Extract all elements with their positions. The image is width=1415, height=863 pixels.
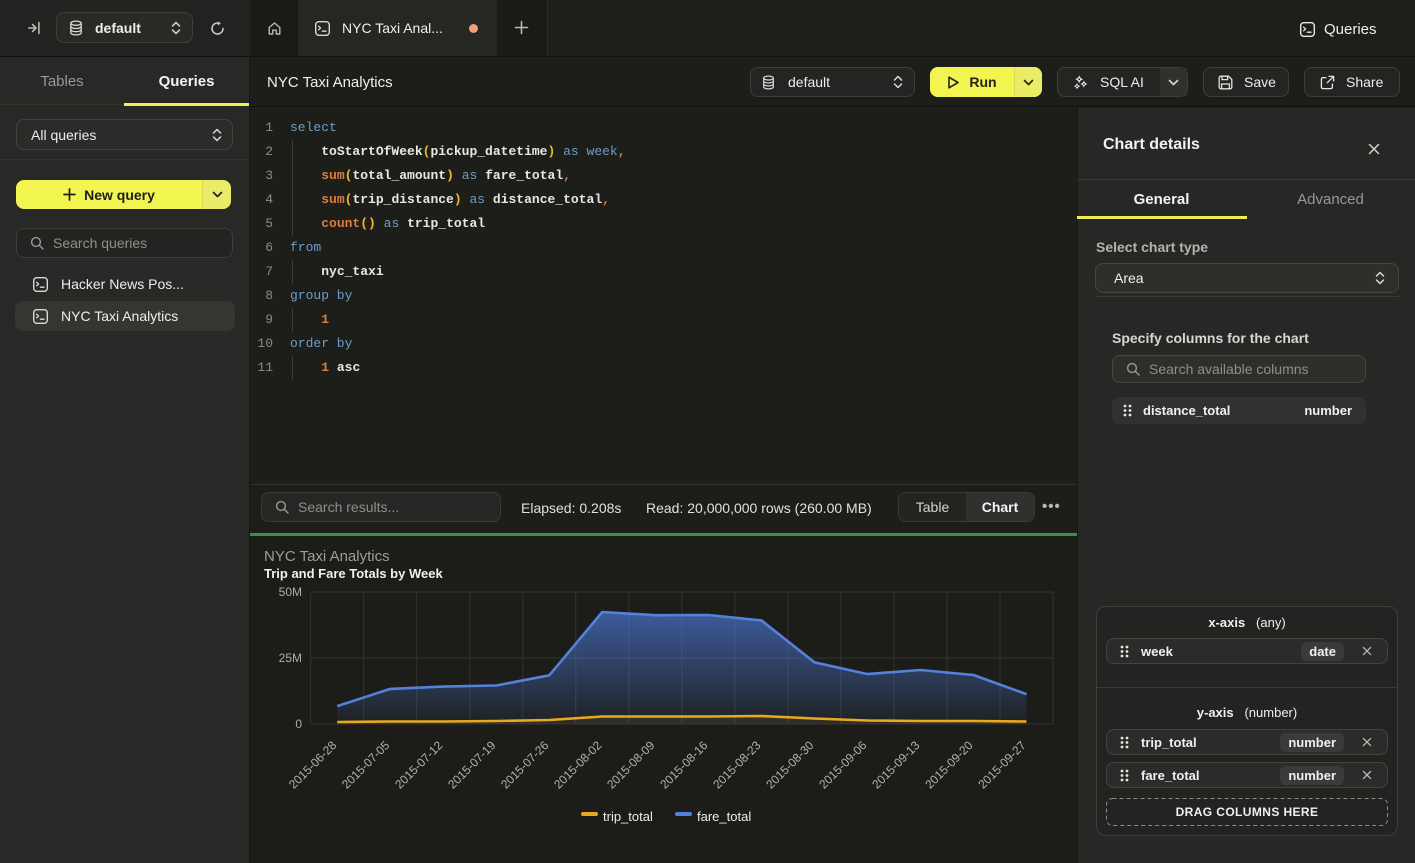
svg-text:2015-06-28: 2015-06-28 <box>286 738 340 792</box>
svg-text:2015-09-27: 2015-09-27 <box>975 738 1029 792</box>
svg-text:2015-08-02: 2015-08-02 <box>551 738 605 792</box>
svg-text:2015-07-12: 2015-07-12 <box>392 738 446 792</box>
svg-text:0: 0 <box>295 717 302 731</box>
svg-text:2015-07-05: 2015-07-05 <box>339 738 393 792</box>
svg-text:2015-08-09: 2015-08-09 <box>604 738 658 792</box>
svg-text:Trip and Fare Totals by Week: Trip and Fare Totals by Week <box>264 566 443 581</box>
svg-text:25M: 25M <box>279 651 302 665</box>
svg-text:2015-08-23: 2015-08-23 <box>710 738 764 792</box>
svg-text:fare_total: fare_total <box>697 809 751 824</box>
svg-text:50M: 50M <box>279 585 302 599</box>
svg-text:2015-07-19: 2015-07-19 <box>445 738 499 792</box>
svg-text:2015-09-20: 2015-09-20 <box>922 738 976 792</box>
svg-text:2015-08-30: 2015-08-30 <box>763 738 817 792</box>
svg-text:trip_total: trip_total <box>603 809 653 824</box>
svg-text:2015-09-06: 2015-09-06 <box>816 738 870 792</box>
svg-text:NYC Taxi Analytics: NYC Taxi Analytics <box>264 548 390 565</box>
svg-text:2015-07-26: 2015-07-26 <box>498 738 552 792</box>
svg-text:2015-09-13: 2015-09-13 <box>869 738 923 792</box>
svg-text:2015-08-16: 2015-08-16 <box>657 738 711 792</box>
